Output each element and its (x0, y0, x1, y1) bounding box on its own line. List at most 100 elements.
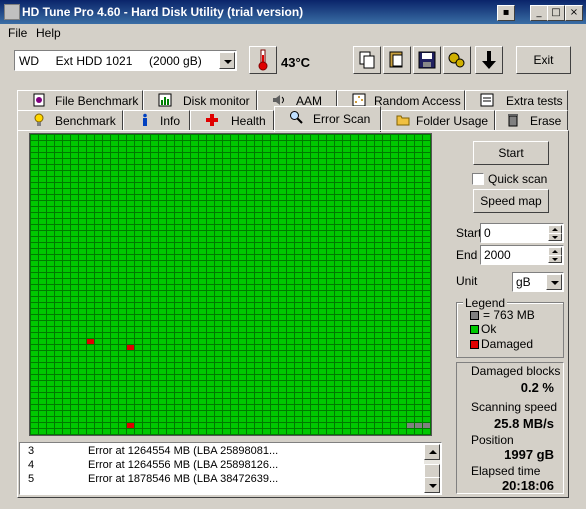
tab-health[interactable]: Health (190, 110, 274, 130)
scan-block-ok (351, 357, 358, 362)
scan-block-ok (367, 291, 374, 296)
scan-block-ok (375, 225, 382, 230)
chevron-down-icon[interactable] (546, 274, 562, 290)
log-scrollbar[interactable] (424, 444, 440, 493)
speed-map-button[interactable]: Speed map (473, 189, 549, 213)
scan-block-ok (103, 171, 110, 176)
scan-block-ok (95, 417, 102, 422)
down-arrow-button[interactable] (475, 46, 503, 74)
scan-block-ok (295, 237, 302, 242)
tab-folder-usage[interactable]: Folder Usage (381, 110, 495, 130)
menu-file[interactable]: File (8, 26, 27, 40)
tray-icon[interactable]: ▪ (497, 5, 515, 21)
scan-block-ok (151, 411, 158, 416)
drive-select[interactable]: WD Ext HDD 1021 (2000 gB) (14, 50, 237, 71)
minimize-button[interactable]: _ (530, 5, 548, 21)
scan-block-ok (111, 207, 118, 212)
scan-block-ok (95, 327, 102, 332)
close-button[interactable]: × (565, 5, 583, 21)
scan-block-ok (103, 393, 110, 398)
scan-block-ok (231, 159, 238, 164)
tab-erase[interactable]: Erase (495, 110, 568, 130)
copy-screenshot-button[interactable] (383, 46, 411, 74)
scan-block-ok (375, 279, 382, 284)
scan-block-ok (103, 411, 110, 416)
end-spin-down[interactable] (548, 255, 562, 263)
scan-block-ok (47, 165, 54, 170)
elapsed-time-label: Elapsed time (471, 464, 541, 478)
temperature-button[interactable] (249, 46, 277, 74)
scan-block-ok (295, 201, 302, 206)
menu-bar: File Help (0, 24, 586, 42)
scan-block-ok (215, 153, 222, 158)
maximize-button[interactable]: □ (547, 5, 565, 21)
scan-block-ok (263, 135, 270, 140)
scan-block-ok (71, 321, 78, 326)
scan-block-ok (175, 261, 182, 266)
scan-block-ok (215, 141, 222, 146)
scan-block-ok (71, 285, 78, 290)
scan-block-ok (159, 225, 166, 230)
scan-block-ok (71, 237, 78, 242)
scan-block-ok (63, 165, 70, 170)
scan-block-ok (311, 405, 318, 410)
scan-block-ok (295, 321, 302, 326)
options-button[interactable] (443, 46, 471, 74)
scan-block-ok (399, 165, 406, 170)
start-button[interactable]: Start (473, 141, 549, 165)
scan-block-ok (407, 177, 414, 182)
start-position-spinner[interactable]: 0 (480, 223, 564, 243)
scan-block-ok (247, 171, 254, 176)
scan-block-ok (415, 279, 422, 284)
scan-block-ok (263, 333, 270, 338)
scroll-down-button[interactable] (424, 477, 440, 493)
tab-file-benchmark[interactable]: File Benchmark (17, 90, 143, 110)
scan-block-ok (31, 291, 38, 296)
copy-text-button[interactable] (353, 46, 381, 74)
unit-select[interactable]: gB (512, 272, 564, 292)
scan-block-ok (135, 375, 142, 380)
arrow-down-icon (552, 236, 558, 239)
scan-block-ok (407, 231, 414, 236)
scan-block-ok (111, 165, 118, 170)
scan-block-ok (231, 357, 238, 362)
end-position-spinner[interactable]: 2000 (480, 245, 564, 265)
scroll-up-button[interactable] (424, 444, 440, 460)
menu-help[interactable]: Help (36, 26, 61, 40)
scan-block-ok (375, 153, 382, 158)
scan-block-ok (319, 381, 326, 386)
scan-block-ok (159, 249, 166, 254)
scan-block-ok (183, 309, 190, 314)
scan-block-ok (327, 141, 334, 146)
scan-block-ok (415, 147, 422, 152)
scan-block-ok (103, 219, 110, 224)
scan-block-ok (135, 261, 142, 266)
scroll-thumb[interactable] (424, 464, 440, 478)
scan-block-ok (255, 177, 262, 182)
chevron-down-icon[interactable] (219, 52, 235, 69)
scan-block-ok (127, 303, 134, 308)
scan-block-ok (295, 213, 302, 218)
tab-disk-monitor[interactable]: Disk monitor (143, 90, 257, 110)
error-log-list[interactable]: 3 Error at 1264554 MB (LBA 25898081... 4… (19, 442, 442, 495)
scan-block-ok (207, 177, 214, 182)
scan-block-ok (239, 279, 246, 284)
scan-block-ok (359, 183, 366, 188)
scan-block-ok (247, 135, 254, 140)
scan-block-ok (207, 327, 214, 332)
scan-block-ok (143, 153, 150, 158)
tab-error-scan[interactable]: Error Scan (274, 106, 381, 132)
tab-extra-tests[interactable]: Extra tests (465, 90, 568, 110)
quick-scan-checkbox[interactable] (472, 173, 484, 185)
save-button[interactable] (413, 46, 441, 74)
tab-info[interactable]: Info (123, 110, 190, 130)
start-spin-down[interactable] (548, 233, 562, 241)
exit-button[interactable]: Exit (516, 46, 571, 74)
scan-block-ok (311, 387, 318, 392)
scan-block-ok (351, 267, 358, 272)
scan-block-ok (39, 351, 46, 356)
scan-block-ok (127, 243, 134, 248)
scan-block-ok (319, 141, 326, 146)
scan-block-ok (167, 267, 174, 272)
tab-benchmark[interactable]: Benchmark (17, 110, 123, 130)
